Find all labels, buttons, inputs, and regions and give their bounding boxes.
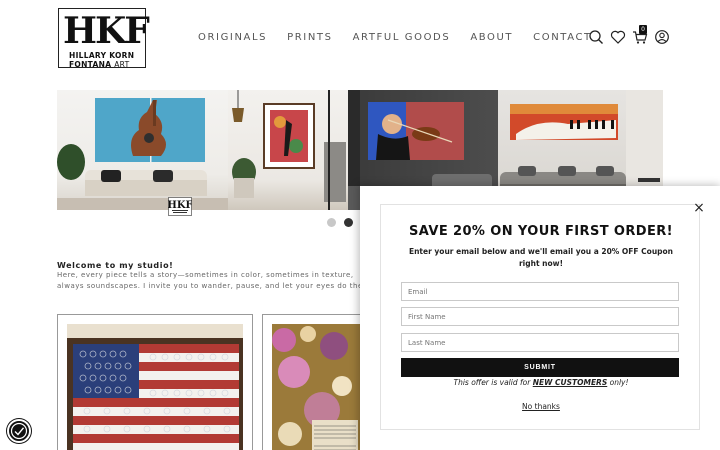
carousel-dots [327,218,353,227]
last-name-field[interactable] [401,333,679,352]
svg-text:HKF: HKF [168,200,192,211]
nav-item-about[interactable]: ABOUT [470,32,513,43]
nav-item-artful-goods[interactable]: ARTFUL GOODS [353,32,451,43]
nav-item-contact[interactable]: CONTACT [533,32,592,43]
nav-item-prints[interactable]: PRINTS [287,32,332,43]
popup-subtitle: Enter your email below and we'll email y… [408,247,674,268]
product-card[interactable] [262,314,372,450]
hero-slide-guitar-room [57,90,228,210]
carousel-dot-1[interactable] [327,218,336,227]
carousel-dot-2[interactable] [344,218,353,227]
product-card[interactable] [57,314,253,450]
first-name-field[interactable] [401,307,679,326]
accessibility-button[interactable] [7,419,31,443]
cart-icon[interactable]: 0 [632,25,648,45]
search-icon[interactable] [588,29,604,45]
product-image-abstract-music [272,324,363,450]
logo-line-1: HILLARY KORN [69,51,135,60]
popup-logo: HKF [167,197,193,216]
hero-slide-violinist-room [228,90,348,210]
popup-title: SAVE 20% ON YOUR FIRST ORDER! [409,224,673,239]
no-thanks-link[interactable]: No thanks [360,402,720,411]
logo-line-2: FONTANA ART [69,60,130,69]
nav-item-originals[interactable]: ORIGINALS [198,32,267,43]
main-nav: ORIGINALS PRINTS ARTFUL GOODS ABOUT CONT… [198,32,592,43]
offer-highlight: NEW CUSTOMERS [532,378,608,387]
submit-button[interactable]: SUBMIT [401,358,679,377]
close-icon[interactable]: × [690,199,708,217]
cart-count-badge: 0 [639,25,647,34]
site-logo[interactable]: HKF HILLARY KORN FONTANA ART [58,8,150,69]
user-icon[interactable] [654,29,670,45]
logo-mark: HKF [63,10,150,52]
accessibility-icon [10,422,28,440]
product-image-flag [67,324,243,450]
welcome-heading: Welcome to my studio! [57,261,174,270]
offer-note: This offer is valid for NEW CUSTOMERS on… [453,378,629,387]
welcome-body: Here, every piece tells a story—sometime… [57,271,363,290]
email-field[interactable] [401,282,679,301]
heart-icon[interactable] [610,29,626,45]
header-actions: 0 [588,25,670,45]
